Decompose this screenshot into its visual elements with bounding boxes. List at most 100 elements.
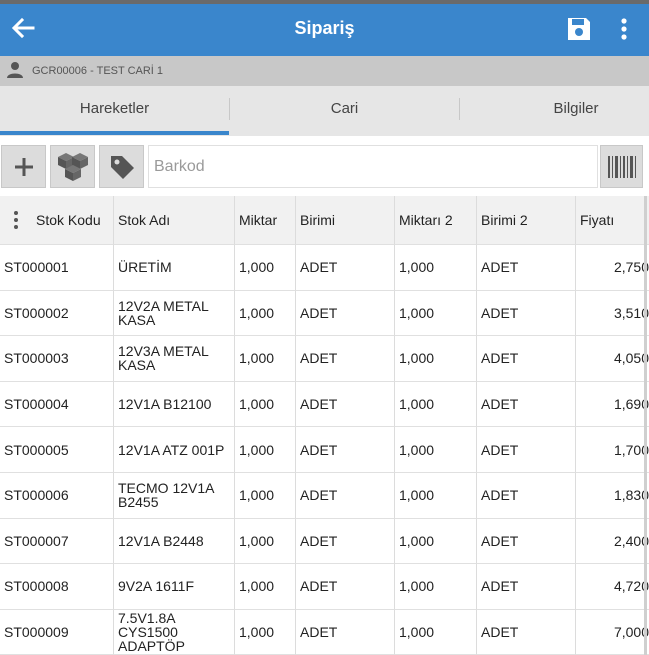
cell-stok-adi: ÜRETİM [114, 245, 235, 291]
tag-button[interactable] [99, 145, 144, 188]
col-header-birimi-2[interactable]: Birimi 2 [477, 196, 576, 245]
cell-birimi-2: ADET [477, 564, 576, 610]
cell-miktar-text: 1,000 [239, 350, 275, 367]
cell-stok-kodu-text: ST000001 [4, 259, 69, 276]
table-row[interactable]: ST000007 12V1A B2448 1,000 ADET 1,000 ADET 2,4… [0, 518, 649, 565]
cell-fiyati: 4,720 [576, 564, 649, 610]
cell-fiyati: 2,750 [576, 245, 649, 291]
cell-birimi-text: ADET [300, 624, 338, 641]
page-title: Sipariş [294, 18, 355, 38]
cell-miktari-2-text: 1,000 [399, 396, 435, 413]
col-header-miktar[interactable]: Miktar [235, 196, 296, 245]
cell-miktari-2: 1,000 [395, 609, 477, 655]
cell-miktari-2: 1,000 [395, 290, 477, 337]
cell-miktar: 1,000 [235, 336, 296, 382]
cell-birimi: ADET [296, 473, 395, 519]
cell-miktari-2-text: 1,000 [399, 304, 435, 321]
cell-stok-kodu-text: ST000003 [4, 350, 69, 367]
cell-miktar: 1,000 [235, 609, 296, 655]
barcode-input[interactable] [148, 145, 598, 188]
cell-birimi-text: ADET [300, 259, 338, 276]
table-row[interactable]: ST000005 12V1A ATZ 001P 1,000 ADET 1,000 ADET… [0, 427, 649, 473]
cell-miktar-text: 1,000 [239, 259, 275, 276]
cell-miktari-2: 1,000 [395, 427, 477, 473]
tab-bilgiler[interactable]: Bilgiler [460, 86, 649, 136]
cell-birimi: ADET [296, 381, 395, 428]
cell-birimi-text: ADET [300, 532, 338, 549]
cell-birimi-2: ADET [477, 427, 576, 473]
cell-miktari-2-text: 1,000 [399, 624, 435, 641]
cell-birimi-2-text: ADET [481, 396, 519, 413]
cell-birimi: ADET [296, 290, 395, 337]
cell-miktari-2-text: 1,000 [399, 259, 435, 276]
cell-birimi-2-text: ADET [481, 487, 519, 504]
table-row[interactable]: ST000001 ÜRETİM 1,000 ADET 1,000 ADET 2,750 [0, 245, 649, 291]
tab-cari[interactable]: Cari [230, 86, 459, 136]
col-header-miktari-2[interactable]: Miktarı 2 [395, 196, 477, 245]
cell-miktari-2-text: 1,000 [399, 487, 435, 504]
cell-birimi: ADET [296, 564, 395, 610]
cell-stok-kodu: ST000004 [0, 381, 114, 428]
cell-birimi-text: ADET [300, 304, 338, 321]
cell-birimi-2-text: ADET [481, 304, 519, 321]
cell-miktari-2-text: 1,000 [399, 350, 435, 367]
cell-miktar-text: 1,000 [239, 532, 275, 549]
save-icon[interactable] [566, 16, 592, 42]
tab-bar: Hareketler Cari Bilgiler [0, 86, 649, 136]
cell-miktari-2: 1,000 [395, 245, 477, 291]
cell-miktar-text: 1,000 [239, 624, 275, 641]
barcode-icon [607, 155, 636, 178]
active-tab-indicator [0, 131, 229, 135]
column-menu-icon[interactable] [12, 210, 20, 230]
app-bar: Sipariş [0, 0, 649, 56]
cell-stok-adi-text: 12V1A B12100 [118, 396, 212, 413]
cell-miktar: 1,000 [235, 290, 296, 337]
cell-stok-kodu-text: ST000002 [4, 304, 69, 321]
cell-birimi-2-text: ADET [481, 441, 519, 458]
cell-stok-adi-text: 12V2A METAL KASA [118, 297, 209, 328]
table-scrollbar[interactable] [644, 196, 647, 655]
cell-birimi-2: ADET [477, 336, 576, 382]
barcode-scan-button[interactable] [600, 145, 643, 188]
table-row[interactable]: ST000006 TECMO 12V1A B2455 1,000 ADET 1,000 A… [0, 473, 649, 519]
tab-hareketler[interactable]: Hareketler [0, 86, 229, 136]
col-header-birimi[interactable]: Birimi [296, 196, 395, 245]
cell-stok-adi-text: ÜRETİM [118, 259, 172, 276]
add-button[interactable] [1, 145, 46, 188]
cell-miktari-2-text: 1,000 [399, 441, 435, 458]
cell-stok-adi: 12V3A METAL KASA [114, 336, 235, 382]
cell-birimi-text: ADET [300, 487, 338, 504]
products-button[interactable] [50, 145, 95, 188]
table-row[interactable]: ST000002 12V2A METAL KASA 1,000 ADET 1,000 AD… [0, 290, 649, 337]
col-header-stok-adi[interactable]: Stok Adı [114, 196, 235, 245]
table-row[interactable]: ST000008 9V2A 1611F 1,000 ADET 1,000 ADET 4,72… [0, 564, 649, 610]
table-row[interactable]: ST000009 7.5V1.8A CYS1500 ADAPTÖP 1,000 ADE… [0, 609, 649, 655]
cell-birimi-2: ADET [477, 381, 576, 428]
cell-miktar-text: 1,000 [239, 304, 275, 321]
more-vert-icon[interactable] [614, 14, 634, 44]
cell-stok-kodu: ST000002 [0, 290, 114, 337]
cell-fiyati: 1,830 [576, 473, 649, 519]
table-row[interactable]: ST000003 12V3A METAL KASA 1,000 ADET 1,000 AD… [0, 336, 649, 382]
cell-birimi-text: ADET [300, 441, 338, 458]
cell-stok-adi: 7.5V1.8A CYS1500 ADAPTÖP [114, 609, 235, 655]
table-row[interactable]: ST000004 12V1A B12100 1,000 ADET 1,000 ADET 1,… [0, 381, 649, 428]
cell-birimi-text: ADET [300, 350, 338, 367]
cell-birimi-2-text: ADET [481, 624, 519, 641]
cell-stok-adi-text: 9V2A 1611F [118, 578, 195, 595]
cell-fiyati: 4,050 [576, 336, 649, 382]
cell-miktari-2-text: 1,000 [399, 532, 435, 549]
table-header: Stok Kodu Stok Adı Miktar Birimi Miktarı… [0, 196, 649, 245]
cell-stok-adi: 12V2A METAL KASA [114, 290, 235, 337]
cell-fiyati: 2,400 [576, 519, 649, 565]
cell-birimi-2-text: ADET [481, 259, 519, 276]
cari-label: GCR00006 - TEST CARİ 1 [32, 65, 164, 77]
col-header-fiyati[interactable]: Fiyatı [576, 196, 649, 245]
cell-stok-kodu-text: ST000009 [4, 624, 69, 641]
cell-birimi: ADET [296, 518, 395, 565]
cell-birimi-2-text: ADET [481, 532, 519, 549]
toolbar [0, 140, 649, 194]
cell-stok-kodu-text: ST000007 [4, 532, 69, 549]
cell-miktar: 1,000 [235, 381, 296, 428]
cell-birimi-2: ADET [477, 609, 576, 655]
